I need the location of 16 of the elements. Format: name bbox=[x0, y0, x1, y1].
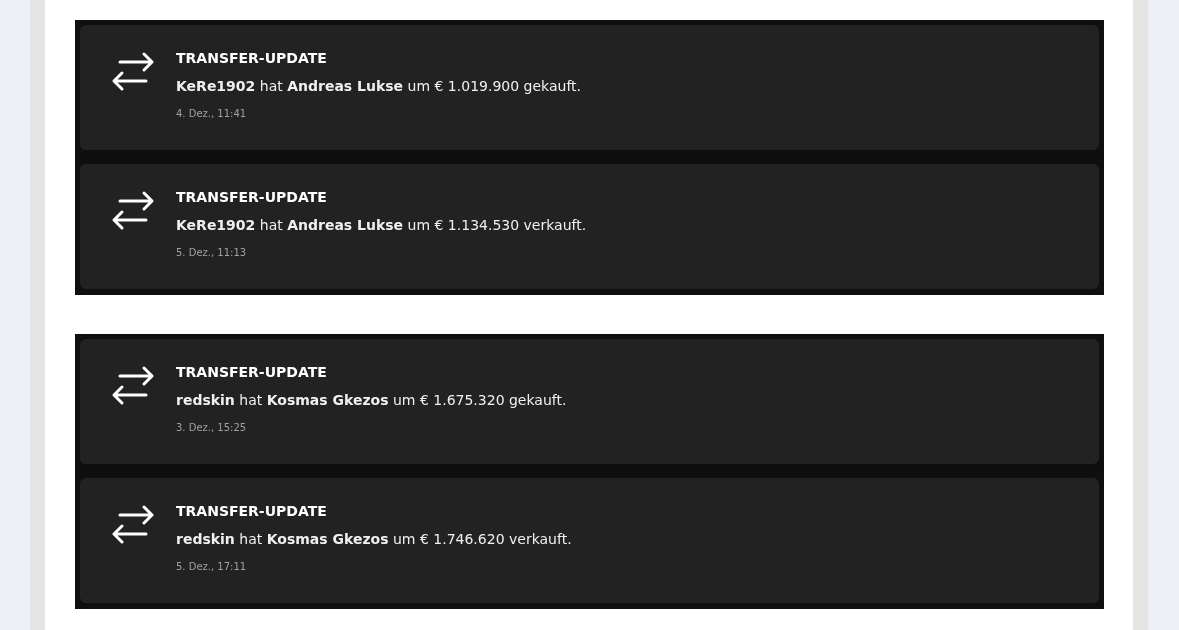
notification-title: TRANSFER-UPDATE bbox=[176, 363, 328, 381]
transfer-arrows-icon bbox=[110, 365, 156, 407]
notification-time: 5. Dez., 17:11 bbox=[176, 560, 248, 574]
notification-title: TRANSFER-UPDATE bbox=[176, 502, 328, 520]
notification-message: redskin hat Kosmas Gkezos um € 1.746.620 verkauft. bbox=[176, 530, 572, 548]
notification-time: 3. Dez., 15:25 bbox=[176, 421, 248, 435]
notification-message: KeRe1902 hat Andreas Lukse um € 1.019.900 gekauft. bbox=[176, 77, 581, 95]
notification-time: 4. Dez., 11:41 bbox=[176, 107, 248, 121]
transfer-arrows-icon bbox=[110, 504, 156, 546]
transfer-arrows-icon bbox=[110, 51, 156, 93]
notification-title: TRANSFER-UPDATE bbox=[176, 188, 328, 206]
transfer-arrows-icon bbox=[110, 190, 156, 232]
notification-message: redskin hat Kosmas Gkezos um € 1.675.320 gekauft. bbox=[176, 391, 567, 409]
notification-title: TRANSFER-UPDATE bbox=[176, 49, 328, 67]
notification-message: KeRe1902 hat Andreas Lukse um € 1.134.530 verkauft. bbox=[176, 216, 587, 234]
notification-time: 5. Dez., 11:13 bbox=[176, 246, 248, 260]
